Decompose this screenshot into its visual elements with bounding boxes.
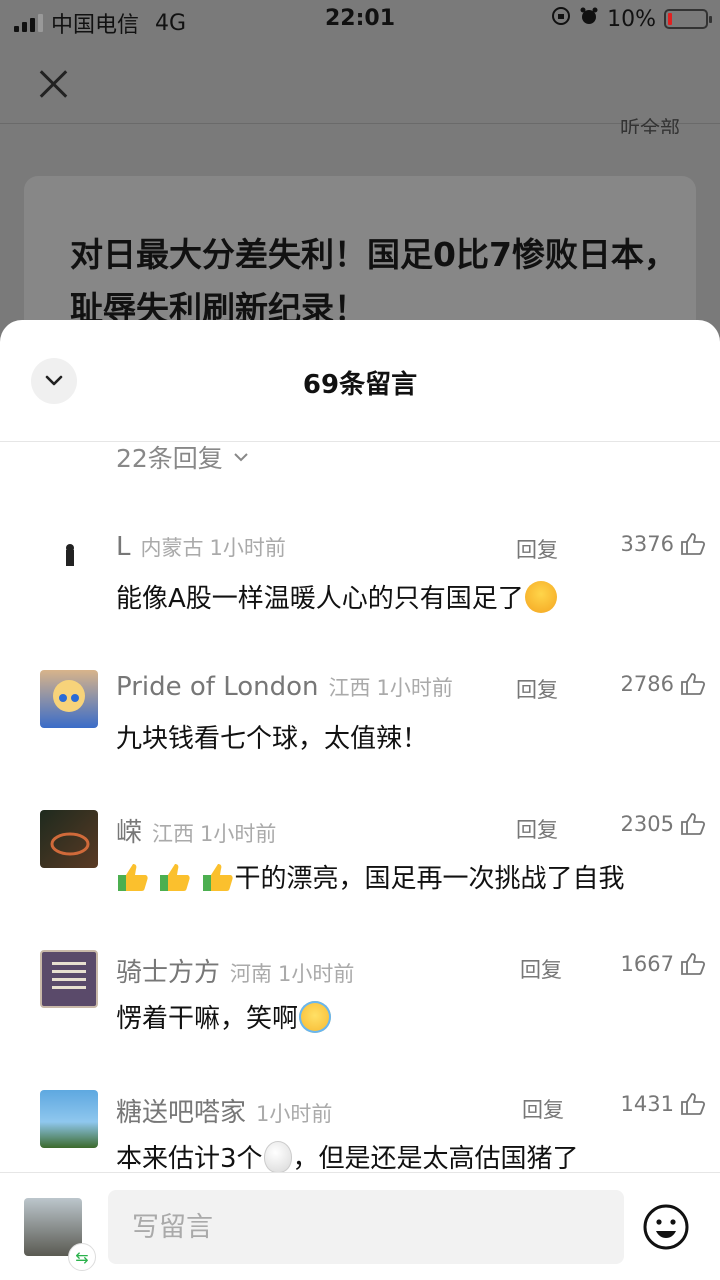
comment-item: 嵘江西 1小时前 回复 2305 干的漂亮，国足再一次挑战了自我 (0, 810, 720, 950)
thumbs-up-icon (118, 864, 148, 891)
comment-author[interactable]: L 内蒙古 1小时前 (116, 532, 286, 562)
status-bar: 中国电信 4G 22:01 10% (0, 0, 720, 40)
comment-text: 愣着干嘛，笑啊 (116, 998, 332, 1035)
reply-button[interactable]: 回复 (516, 534, 558, 564)
comment-text: 能像A股一样温暖人心的只有国足了 (116, 578, 558, 615)
switch-account-icon[interactable]: ⇆ (68, 1243, 96, 1271)
like-button[interactable]: 2305 (621, 812, 706, 836)
comment-item: L 内蒙古 1小时前 回复 3376 能像A股一样温暖人心的只有国足了 (0, 530, 720, 670)
battery-percent: 10% (607, 6, 656, 32)
comments-sheet: 69条留言 22条回复 L 内蒙古 1小时前 回复 3376 能像A股一样温暖人心的… (0, 320, 720, 1280)
replies-link[interactable]: 22条回复 (116, 442, 249, 475)
comment-region: 河南 (230, 962, 273, 986)
comment-input[interactable] (108, 1190, 624, 1264)
rotation-lock-icon (551, 6, 571, 32)
like-button[interactable]: 2786 (621, 672, 706, 696)
comment-text: 干的漂亮，国足再一次挑战了自我 (116, 858, 625, 895)
battery-icon (664, 9, 712, 29)
avatar[interactable] (40, 1090, 98, 1148)
reply-button[interactable]: 回复 (522, 1094, 564, 1124)
replies-count: 22条回复 (116, 444, 223, 473)
comment-author[interactable]: 嵘江西 1小时前 (116, 812, 276, 849)
like-count: 3376 (620, 532, 674, 556)
reply-button[interactable]: 回复 (516, 674, 558, 704)
comment-time: 1小时前 (200, 822, 277, 846)
article-topbar (0, 40, 720, 124)
laughing-tears-icon (299, 1001, 332, 1033)
avatar[interactable] (40, 810, 98, 868)
alarm-icon (579, 6, 599, 32)
comment-time: 1小时前 (376, 676, 453, 700)
comment-item: 糖送吧嗒家 1小时前 回复 1431 本来估计3个 ，但是还是太高估国猪了 (0, 1090, 720, 1172)
avatar[interactable] (40, 950, 98, 1008)
like-count: 2305 (620, 812, 674, 836)
thumbs-up-icon (202, 864, 233, 891)
like-button[interactable]: 1667 (621, 952, 706, 976)
like-button[interactable]: 3376 (621, 532, 706, 556)
like-button[interactable]: 1431 (621, 1092, 706, 1116)
like-count: 1667 (620, 952, 674, 976)
avatar[interactable] (40, 670, 98, 728)
comment-author[interactable]: Pride of London 江西 1小时前 (116, 672, 453, 702)
sheet-title: 69条留言 (302, 370, 418, 400)
thumbs-up-icon (681, 1093, 706, 1115)
comment-region: 江西 (152, 822, 195, 846)
comment-time: 1小时前 (256, 1102, 333, 1126)
like-count: 1431 (620, 1092, 674, 1116)
thumbs-up-icon (160, 864, 190, 891)
chevron-down-icon (234, 453, 248, 462)
comment-author[interactable]: 骑士方方 河南 1小时前 (116, 952, 354, 989)
comment-text: 本来估计3个 ，但是还是太高估国猪了 (116, 1138, 579, 1172)
reply-button[interactable]: 回复 (516, 814, 558, 844)
comment-region: 内蒙古 (140, 536, 204, 560)
comment-item: Pride of London 江西 1小时前 回复 2786 九块钱看七个球，太值… (0, 670, 720, 810)
like-count: 2786 (620, 672, 674, 696)
smiley-face-icon[interactable] (642, 1203, 690, 1251)
sheet-header: 69条留言 (0, 320, 720, 442)
thumbs-up-icon (681, 673, 706, 695)
comment-time: 1小时前 (278, 962, 355, 986)
thumbs-up-icon (681, 813, 706, 835)
status-right: 10% (551, 6, 712, 32)
comment-time: 1小时前 (209, 536, 286, 560)
egg-icon (263, 1141, 292, 1172)
comment-list[interactable]: 22条回复 L 内蒙古 1小时前 回复 3376 能像A股一样温暖人心的只有国足了 … (0, 442, 720, 1172)
listen-all-link[interactable]: 听全部 (620, 112, 680, 134)
close-icon[interactable] (34, 64, 74, 104)
comment-item: 骑士方方 河南 1小时前 回复 1667 愣着干嘛，笑啊 (0, 950, 720, 1090)
comment-footer: ⇆ (0, 1172, 720, 1280)
comment-author[interactable]: 糖送吧嗒家 1小时前 (116, 1092, 332, 1129)
thumbs-up-icon (681, 533, 706, 555)
avatar[interactable] (40, 530, 98, 588)
angry-face-icon (524, 581, 557, 613)
reply-button[interactable]: 回复 (520, 954, 562, 984)
thumbs-up-icon (681, 953, 706, 975)
comment-text: 九块钱看七个球，太值辣！ (116, 724, 429, 754)
comment-region: 江西 (328, 676, 371, 700)
